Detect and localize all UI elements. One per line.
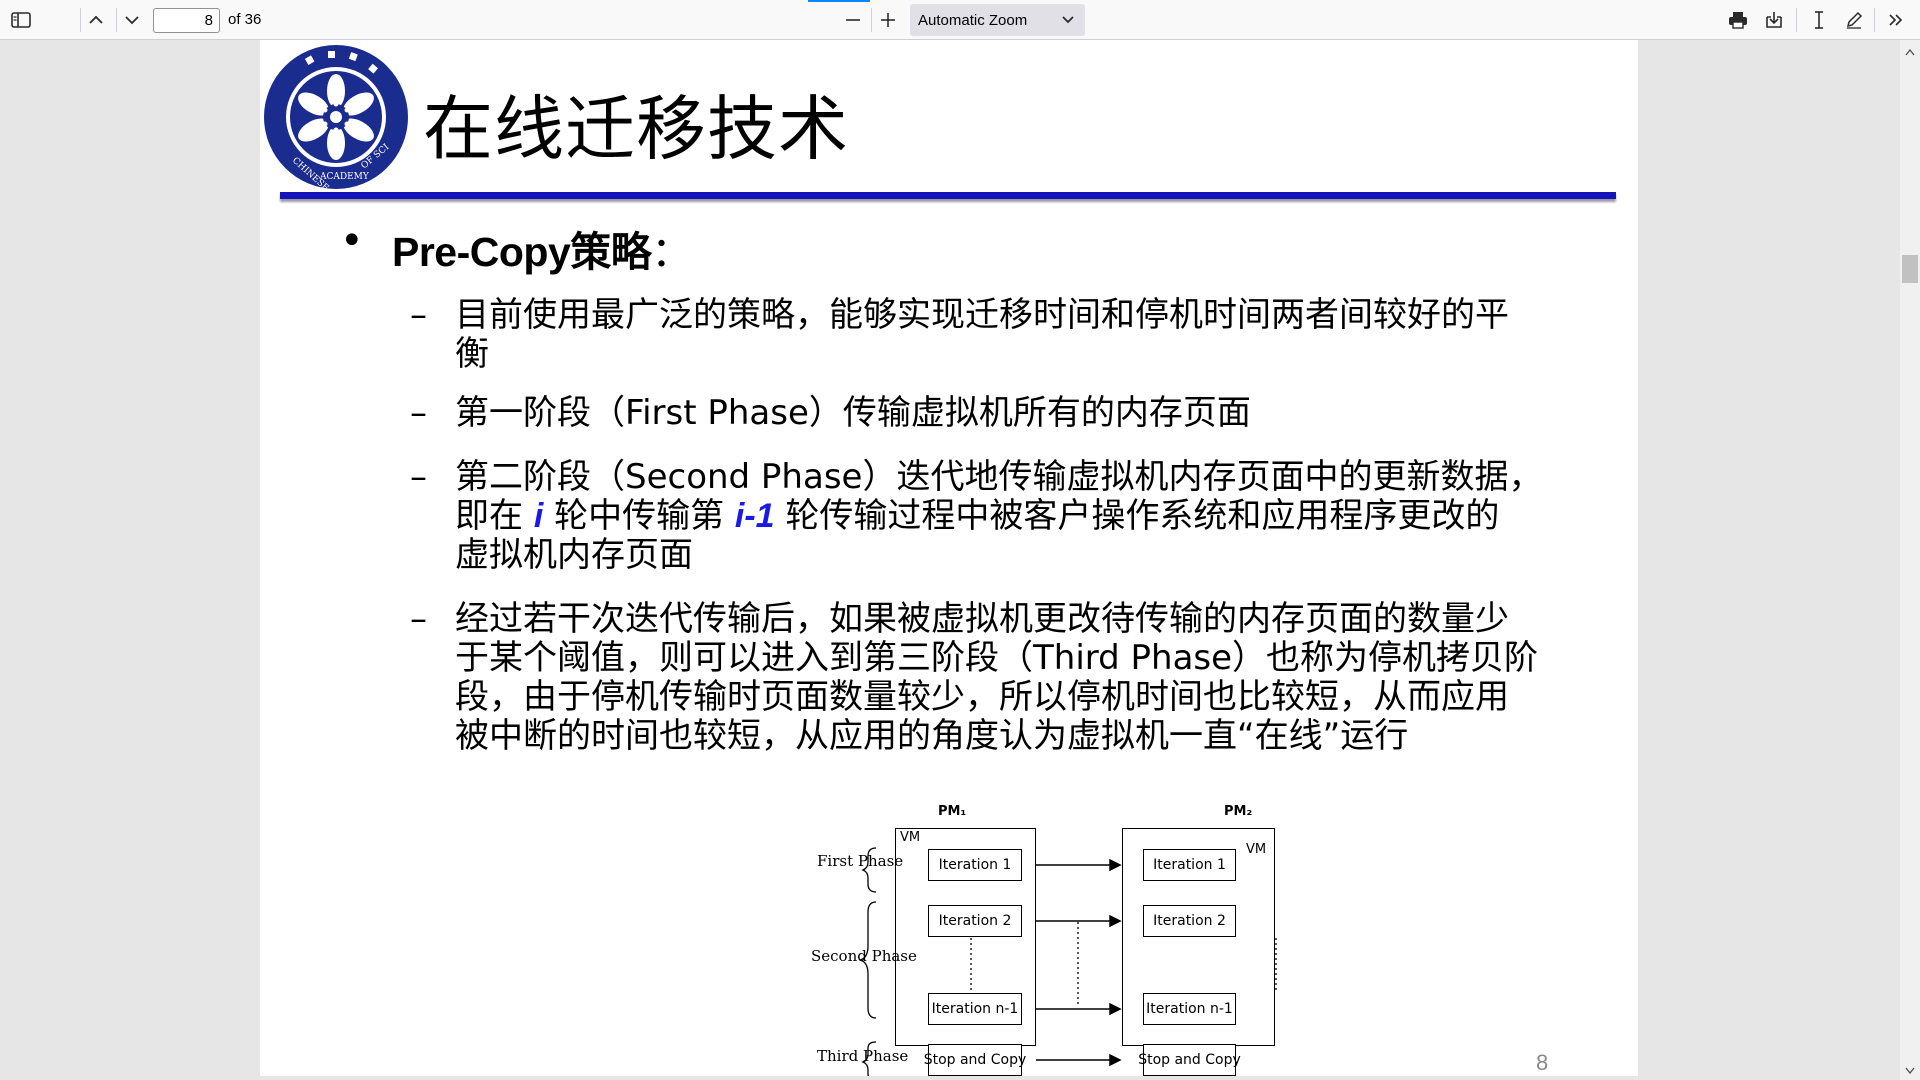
emphasis-i: i [533,497,544,535]
sub-bullet-2-line-1: 第一阶段（First Phase）传输虚拟机所有的内存页面 [455,393,1251,433]
sidebar-toggle-icon [11,12,31,28]
chevron-up-icon [88,15,104,25]
bullet-dot-icon: • [340,218,364,264]
text-cursor-icon [1812,10,1826,30]
pm2-iteration-1: Iteration 1 [1143,849,1236,881]
pm2-stop-and-copy: Stop and Copy [1138,1044,1241,1076]
arrow-head [1109,1053,1122,1067]
sub-bullet-4-line-1: 经过若干次迭代传输后，如果被虚拟机更改待传输的内存页面的数量少 [455,599,1509,639]
third-phase-label: Third Phase [817,1047,909,1065]
title-divider [280,192,1616,199]
pm1-iteration-1: Iteration 1 [928,849,1022,881]
pm1-iteration-n-1: Iteration n-1 [928,993,1022,1025]
scroll-down-arrow-icon [1905,1059,1915,1078]
vm1-label: VM [900,830,921,845]
zoom-out-button[interactable] [838,4,868,36]
zoom-in-icon [880,12,896,28]
bullet-label: Pre-Copy策略 [392,229,652,275]
pm1-stop-and-copy: Stop and Copy [924,1044,1026,1076]
double-chevron-right-icon [1888,13,1904,27]
zoom-out-icon [845,12,861,28]
sub-bullet-1-line-2: 衡 [455,334,489,374]
slide-title: 在线迁移技术 [423,88,849,170]
svg-text:ACADEMY: ACADEMY [319,172,370,182]
download-icon [1764,11,1784,29]
arrow-head [1109,858,1122,872]
emphasis-i-minus-1: i-1 [734,497,775,535]
sub-bullet-4-line-4: 被中断的时间也较短，从应用的角度认为虚拟机一直“在线”运行 [455,716,1409,756]
sub-bullet-4-line-2: 于某个阈值，则可以进入到第三阶段（Third Phase）也称为停机拷贝阶 [455,638,1539,678]
second-phase-label: Second Phase [811,947,917,965]
print-icon [1728,11,1748,29]
precopy-diagram: PM₁ PM₂ VM VM First Phase Second Phase T… [660,760,1320,1076]
pm2-iteration-2: Iteration 2 [1143,905,1236,937]
pm2-label: PM₂ [1224,804,1253,819]
scroll-up-arrow-icon [1905,41,1915,60]
sidebar-toggle-button[interactable] [6,4,36,36]
pm1-iteration-2: Iteration 2 [928,905,1022,937]
chevron-down-icon [1061,12,1075,30]
loading-progress-bar [808,0,870,2]
scroll-up-button[interactable] [1900,40,1920,60]
scroll-down-button[interactable] [1900,1058,1920,1078]
sub-bullet-3-line-3: 虚拟机内存页面 [455,535,693,575]
arrow-head [1109,1002,1122,1016]
pdf-page: CHINESE ACADEMY OF SCI 在线迁移技术 • Pre-Copy… [260,40,1638,1076]
dash-icon: – [410,393,427,433]
pm2-iteration-n-1: Iteration n-1 [1143,993,1236,1025]
save-button[interactable] [1758,4,1790,36]
print-button[interactable] [1722,4,1754,36]
sub-bullet-3-line-1: 第二阶段（Second Phase）迭代地传输虚拟机内存页面中的更新数据， [455,457,1543,497]
sub-bullet-4-line-3: 段，由于停机传输时页面数量较少，所以停机时间也比较短，从而应用 [455,677,1509,717]
scrollbar-thumb[interactable] [1902,255,1918,283]
next-page-button[interactable] [118,4,146,36]
arrow-head [1109,914,1122,928]
vm2-label: VM [1246,842,1267,857]
first-phase-label: First Phase [817,852,904,870]
sub-bullet-3-line-2: 即在 i 轮中传输第 i-1 轮传输过程中被客户操作系统和应用程序更改的 [455,496,1500,536]
dash-icon: – [410,457,427,497]
slide-page-number: 8 [1536,1050,1549,1075]
vertical-scrollbar[interactable] [1900,40,1920,1080]
page-count-label: of 36 [228,11,262,28]
pen-icon [1844,10,1864,30]
text-tool-button[interactable] [1803,4,1835,36]
page-number-input[interactable]: 8 [153,8,220,33]
bullet-colon: ： [651,229,692,275]
cas-logo: CHINESE ACADEMY OF SCI [262,43,410,194]
draw-tool-button[interactable] [1838,4,1870,36]
pm1-label: PM₁ [938,804,967,819]
dash-icon: – [410,295,427,335]
tools-menu-button[interactable] [1880,4,1912,36]
zoom-in-button[interactable] [873,4,903,36]
zoom-select[interactable]: Automatic Zoom [910,4,1085,36]
chevron-down-icon [124,15,140,25]
previous-page-button[interactable] [82,4,110,36]
zoom-select-value: Automatic Zoom [918,11,1028,29]
dash-icon: – [410,599,427,639]
sub-bullet-1-line-1: 目前使用最广泛的策略，能够实现迁移时间和停机时间两者间较好的平 [455,295,1509,335]
pdf-toolbar: 8 of 36 Automatic Zoom [0,0,1920,40]
